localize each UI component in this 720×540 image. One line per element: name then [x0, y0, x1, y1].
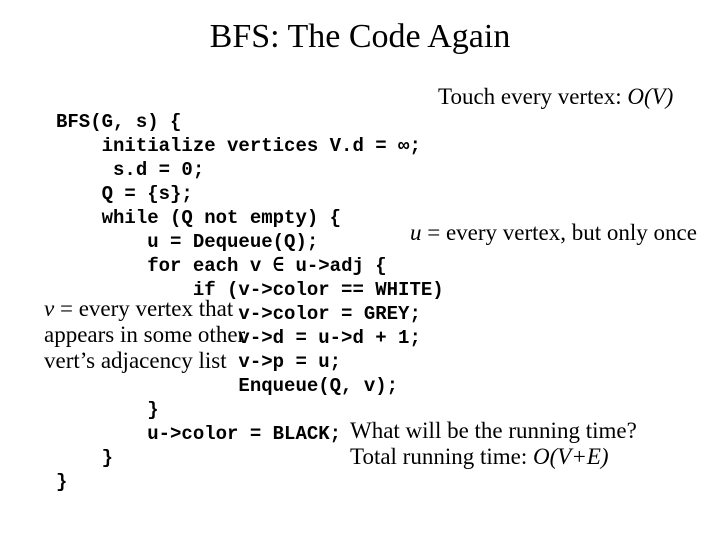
annotation-text: Total running time:: [350, 444, 533, 469]
annotation-bigO: O(V): [627, 84, 673, 109]
annotation-question: What will be the running time?: [350, 418, 710, 444]
annotation-touch-every-vertex: Touch every vertex: O(V): [438, 84, 673, 110]
annotation-running-time: What will be the running time? Total run…: [350, 418, 710, 470]
code-line: BFS(G, s) {: [56, 111, 181, 133]
code-line: u = Dequeue(Q);: [56, 231, 318, 253]
annotation-text: Touch every vertex:: [438, 84, 627, 109]
code-line: }: [56, 471, 67, 493]
annotation-v-vertex: v = every vertex that appears in some ot…: [44, 296, 254, 374]
annotation-text: = every vertex, but only once: [422, 220, 697, 245]
code-line: Q = {s};: [56, 183, 193, 205]
code-line: for each v ∈ u->adj {: [56, 255, 387, 277]
code-line: initialize vertices V.d = ∞;: [56, 135, 421, 157]
code-line: }: [56, 399, 159, 421]
code-line: while (Q not empty) {: [56, 207, 341, 229]
code-line: u->color = BLACK;: [56, 423, 341, 445]
code-line: s.d = 0;: [56, 159, 204, 181]
annotation-var: u: [410, 220, 422, 245]
code-line: Enqueue(Q, v);: [56, 375, 398, 397]
annotation-var: v: [44, 296, 54, 321]
annotation-u-vertex: u = every vertex, but only once: [410, 220, 697, 246]
annotation-text: = every vertex that appears in some othe…: [44, 296, 245, 373]
slide-title: BFS: The Code Again: [0, 18, 720, 56]
annotation-answer: Total running time: O(V+E): [350, 444, 710, 470]
slide: BFS: The Code Again BFS(G, s) { initiali…: [0, 0, 720, 540]
annotation-bigO: O(V+E): [533, 444, 609, 469]
code-line: }: [56, 447, 113, 469]
